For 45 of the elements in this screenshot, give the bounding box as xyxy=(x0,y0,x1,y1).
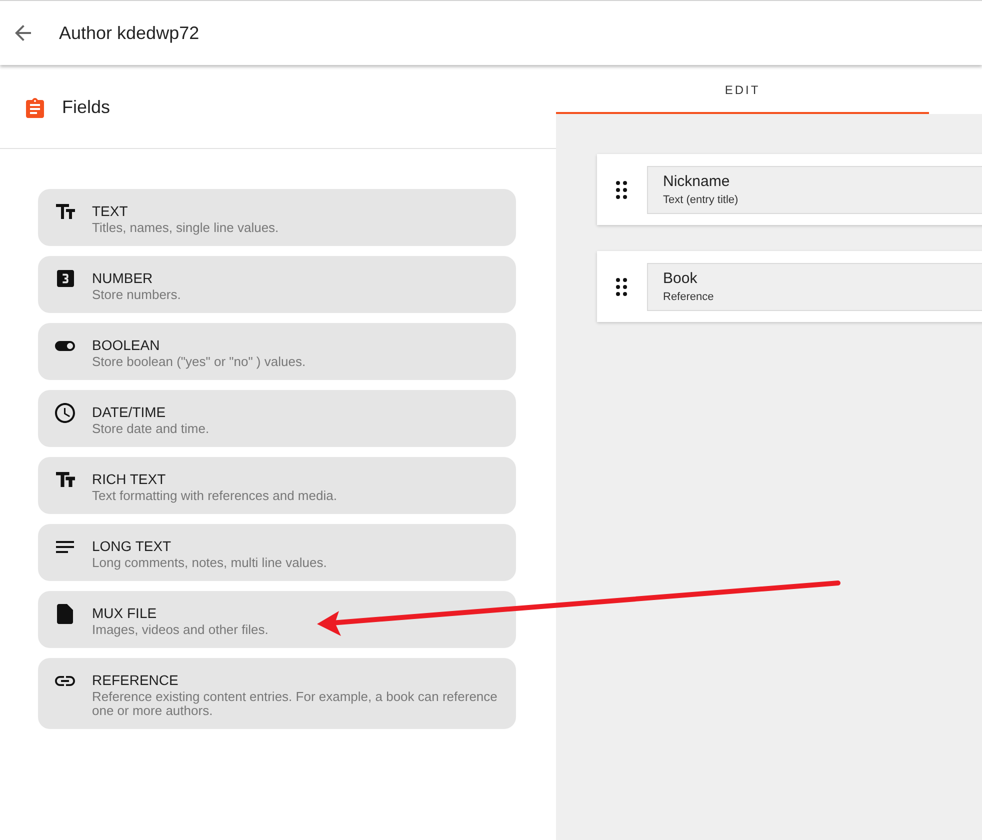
field-type-description: Reference existing content entries. For example, a book can reference one or more authors. xyxy=(92,690,498,718)
panel-title: Fields xyxy=(62,97,110,118)
field-type-item[interactable]: RICH TEXT Text formatting with references and media. xyxy=(38,457,516,514)
back-button[interactable] xyxy=(13,23,33,43)
drag-handle-icon[interactable] xyxy=(616,278,627,296)
field-card[interactable]: Nickname Text (entry title) xyxy=(597,154,982,225)
field-card[interactable]: Book Reference xyxy=(597,251,982,322)
field-type-description: Store boolean ("yes" or "no" ) values. xyxy=(92,355,306,369)
field-type-item[interactable]: TEXT Titles, names, single line values. xyxy=(38,189,516,246)
field-type-name: RICH TEXT xyxy=(92,471,167,488)
field-type-item[interactable]: LONG TEXT Long comments, notes, multi line values. xyxy=(38,524,516,581)
field-type-description: Text formatting with references and media. xyxy=(92,489,337,503)
field-type-item[interactable]: NUMBER Store numbers. xyxy=(38,256,516,313)
toggle-icon xyxy=(55,340,75,350)
clipboard-icon xyxy=(26,98,44,118)
link-icon xyxy=(55,676,75,686)
field-type-name: MUX FILE xyxy=(92,605,158,622)
field-type-name: NUMBER xyxy=(92,270,154,287)
field-type-description: Store date and time. xyxy=(92,422,210,436)
field-type-name: REFERENCE xyxy=(92,672,180,689)
field-type: Text (entry title) xyxy=(663,194,740,206)
field-type-name: TEXT xyxy=(92,203,129,220)
text-fields-icon xyxy=(56,204,74,219)
field-type: Reference xyxy=(663,290,715,304)
drag-handle-icon[interactable] xyxy=(616,180,627,198)
field-type-name: DATE/TIME xyxy=(92,404,167,421)
text-fields-icon xyxy=(56,472,74,487)
field-type-description: Store numbers. xyxy=(92,288,181,302)
page-title: Author kdedwp72 xyxy=(59,22,200,44)
field-type-name: BOOLEAN xyxy=(92,337,161,354)
lines-icon xyxy=(56,540,74,552)
file-icon xyxy=(57,604,73,624)
field-type-description: Images, videos and other files. xyxy=(92,623,268,637)
field-type-description: Long comments, notes, multi line values. xyxy=(92,556,327,570)
number-icon xyxy=(56,270,74,287)
field-name: Book xyxy=(663,270,698,286)
back-icon xyxy=(15,25,31,41)
field-type-description: Titles, names, single line values. xyxy=(92,221,279,235)
clock-icon xyxy=(55,402,75,422)
field-type-item[interactable]: BOOLEAN Store boolean ("yes" or "no" ) values. xyxy=(38,323,516,380)
field-type-name: LONG TEXT xyxy=(92,538,172,555)
field-name: Nickname xyxy=(663,172,731,190)
field-type-item[interactable]: MUX FILE Images, videos and other files. xyxy=(38,591,516,648)
field-type-item[interactable]: DATE/TIME Store date and time. xyxy=(38,390,516,447)
field-type-item[interactable]: REFERENCE Reference existing content entries. For example, a book can reference one or more authors. xyxy=(38,658,516,729)
